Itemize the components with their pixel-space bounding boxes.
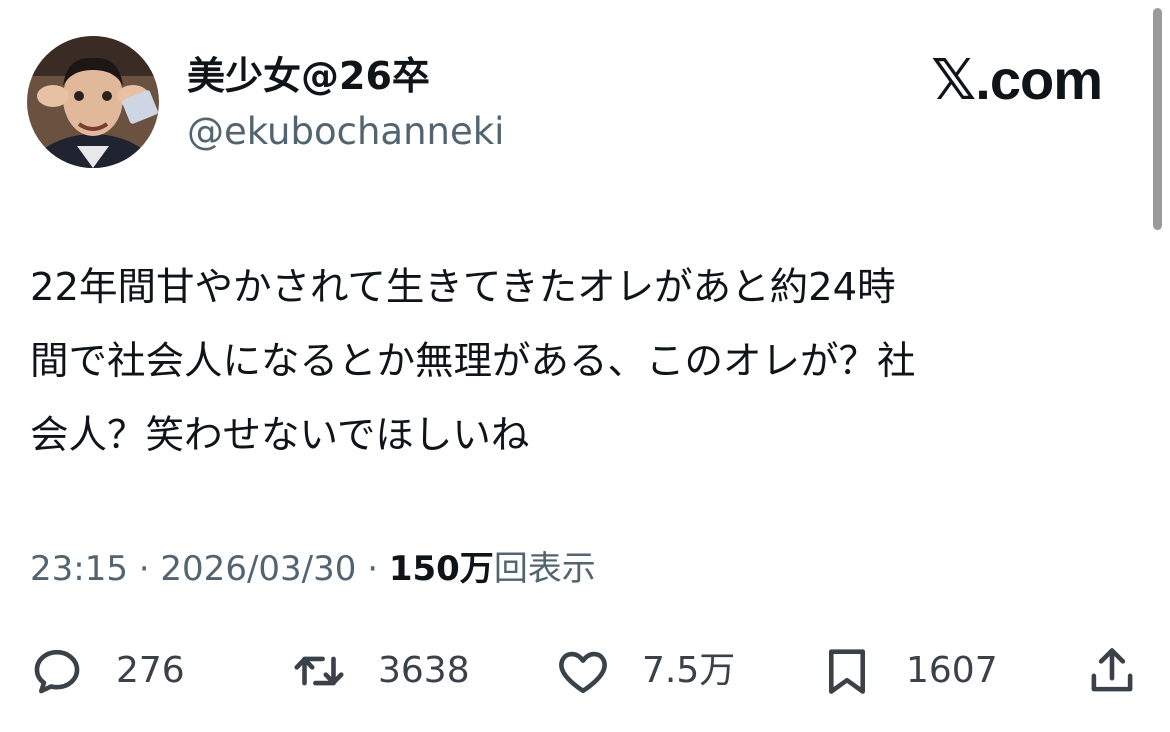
avatar[interactable] xyxy=(27,36,159,168)
tweet-time[interactable]: 23:15 xyxy=(30,549,128,589)
bookmark-button[interactable]: 1607 xyxy=(818,636,998,706)
tweet-date[interactable]: 2026/03/30 xyxy=(160,549,356,589)
reply-count: 276 xyxy=(116,650,185,691)
views-label: 回表示 xyxy=(493,549,596,589)
heart-icon xyxy=(559,651,607,694)
avatar-photo xyxy=(27,36,159,168)
bookmark-icon xyxy=(828,649,866,694)
x-logo: 𝕏.com xyxy=(931,48,1103,111)
retweet-icon xyxy=(294,656,344,686)
author-display-name[interactable]: 美少女@26卒 xyxy=(187,52,430,100)
tweet-meta: 23:15 · 2026/03/30 · 150万回表示 xyxy=(30,546,596,592)
scrollbar[interactable] xyxy=(1153,8,1162,230)
action-bar: 276 3638 7.5万 1607 xyxy=(0,636,1170,706)
reply-icon xyxy=(34,649,80,694)
tweet-text: 22年間甘やかされて生きてきたオレがあと約24時 間で社会人になるとか無理がある… xyxy=(30,265,916,458)
share-icon xyxy=(1091,648,1133,692)
retweet-count: 3638 xyxy=(378,650,470,691)
meta-separator: · xyxy=(356,549,389,589)
share-button[interactable] xyxy=(1083,636,1141,706)
views-count: 150万 xyxy=(388,549,494,589)
author-handle[interactable]: @ekubochanneki xyxy=(187,108,504,156)
retweet-button[interactable]: 3638 xyxy=(290,636,470,706)
like-button[interactable]: 7.5万 xyxy=(554,636,735,706)
like-count: 7.5万 xyxy=(642,650,736,691)
bookmark-count: 1607 xyxy=(906,650,998,691)
reply-button[interactable]: 276 xyxy=(28,636,185,706)
meta-separator: · xyxy=(127,549,161,589)
